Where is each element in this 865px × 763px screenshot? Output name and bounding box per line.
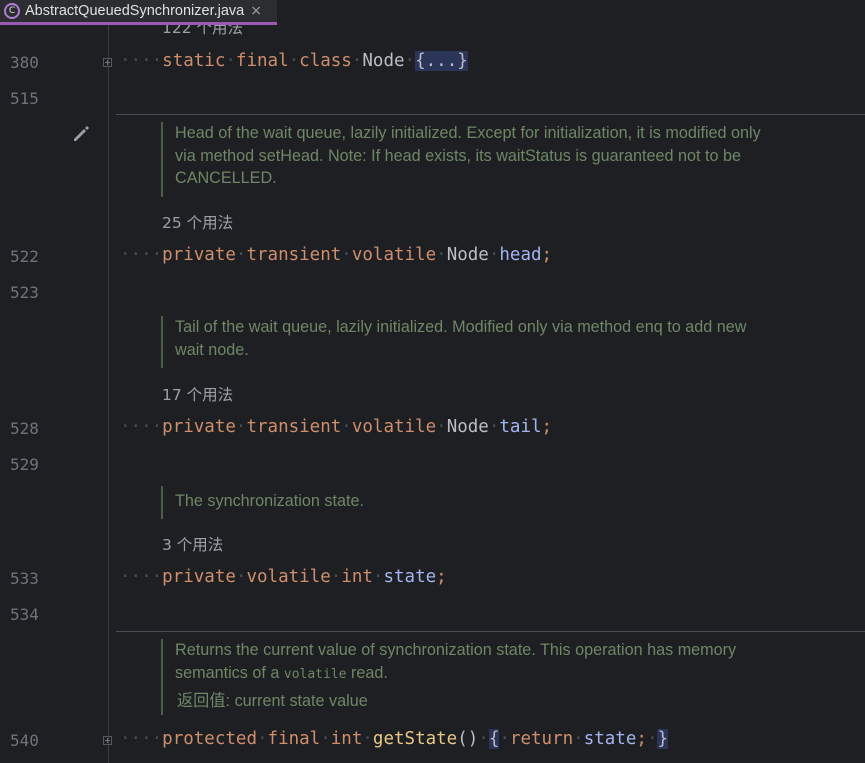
- keyword: transient: [246, 245, 342, 265]
- keyword: protected: [162, 729, 257, 749]
- tab-title: AbstractQueuedSynchronizer.java: [25, 3, 245, 19]
- keyword: volatile: [246, 567, 331, 587]
- doc-text: The synchronization state.: [175, 492, 364, 510]
- doc-comment-head: Head of the wait queue, lazily initializ…: [161, 122, 775, 197]
- separator: [116, 631, 865, 632]
- line-number: 523: [10, 283, 39, 302]
- folded-region[interactable]: {...}: [415, 51, 468, 71]
- close-icon[interactable]: ×: [250, 3, 262, 19]
- code-line-533: ····private·volatile·int·state;: [120, 567, 447, 587]
- line-number: 522: [10, 247, 39, 266]
- separator: [116, 114, 865, 115]
- doc-inline-code: volatile: [283, 666, 347, 682]
- semicolon: ;: [436, 567, 447, 587]
- doc-return: 返回值: current state value: [175, 690, 775, 713]
- line-number: 515: [10, 89, 39, 108]
- keyword: return: [509, 729, 574, 749]
- semicolon: ;: [541, 417, 553, 437]
- type-name: Node: [446, 417, 489, 437]
- code-line-522: ····private·transient·volatile·Node·head…: [120, 245, 553, 265]
- fold-expand-icon[interactable]: [103, 736, 112, 745]
- usages-hint-tail[interactable]: 17 个用法: [162, 383, 233, 405]
- java-class-icon: C: [4, 3, 20, 19]
- doc-text: Returns the current value of synchroniza…: [175, 641, 737, 682]
- code-line-380: ····static·final·class·Node·{...}: [120, 51, 468, 71]
- semicolon: ;: [636, 729, 647, 749]
- folded-brace-open[interactable]: {: [488, 729, 500, 749]
- line-number: 529: [10, 455, 39, 474]
- usages-hint-node[interactable]: 122 个用法: [162, 25, 243, 38]
- keyword: private: [162, 567, 236, 587]
- doc-comment-tail: Tail of the wait queue, lazily initializ…: [161, 316, 775, 368]
- keyword: final: [235, 51, 289, 71]
- keyword: int: [341, 567, 373, 587]
- code-line-528: ····private·transient·volatile·Node·tail…: [120, 417, 553, 437]
- code-line-540: ····protected·final·int·getState()·{·ret…: [120, 729, 669, 749]
- line-number: 380: [10, 53, 39, 72]
- usages-hint-head[interactable]: 25 个用法: [162, 211, 233, 233]
- doc-return-value: current state value: [234, 692, 368, 710]
- keyword: final: [267, 729, 321, 749]
- line-number: 533: [10, 569, 39, 588]
- usages-hint-state[interactable]: 3 个用法: [162, 533, 223, 555]
- folded-brace-close[interactable]: }: [657, 729, 669, 749]
- code-editor[interactable]: 122 个用法 380 ····static·final·class·Node·…: [0, 25, 865, 763]
- doc-text: Head of the wait queue, lazily initializ…: [175, 124, 761, 187]
- line-number: 540: [10, 731, 39, 750]
- editor-tab-bar: C AbstractQueuedSynchronizer.java ×: [0, 0, 865, 25]
- field-name: head: [499, 245, 542, 265]
- class-name: Node: [362, 51, 405, 71]
- keyword: private: [162, 417, 236, 437]
- line-number: 534: [10, 605, 39, 624]
- keyword: volatile: [351, 417, 437, 437]
- doc-text: read.: [346, 663, 388, 682]
- keyword: class: [299, 51, 352, 71]
- type-name: Node: [446, 245, 489, 265]
- keyword: private: [162, 245, 236, 265]
- method-name: getState: [372, 729, 458, 749]
- doc-comment-get-state: Returns the current value of synchroniza…: [161, 639, 775, 715]
- parens: (): [457, 729, 479, 749]
- doc-comment-state: The synchronization state.: [161, 486, 775, 519]
- field-name: state: [383, 567, 437, 587]
- gutter-divider: [108, 25, 109, 763]
- line-number: 528: [10, 419, 39, 438]
- fold-expand-icon[interactable]: [103, 58, 112, 67]
- field-name: tail: [499, 417, 542, 437]
- pencil-icon[interactable]: [71, 124, 91, 144]
- doc-return-label: 返回值:: [177, 692, 231, 710]
- keyword: int: [330, 729, 363, 749]
- doc-text: Tail of the wait queue, lazily initializ…: [175, 318, 747, 359]
- tab-abstract-queued-synchronizer[interactable]: C AbstractQueuedSynchronizer.java ×: [0, 0, 277, 25]
- semicolon: ;: [541, 245, 553, 265]
- field-name: state: [583, 729, 637, 749]
- keyword: volatile: [351, 245, 437, 265]
- keyword: transient: [246, 417, 342, 437]
- keyword: static: [162, 51, 226, 71]
